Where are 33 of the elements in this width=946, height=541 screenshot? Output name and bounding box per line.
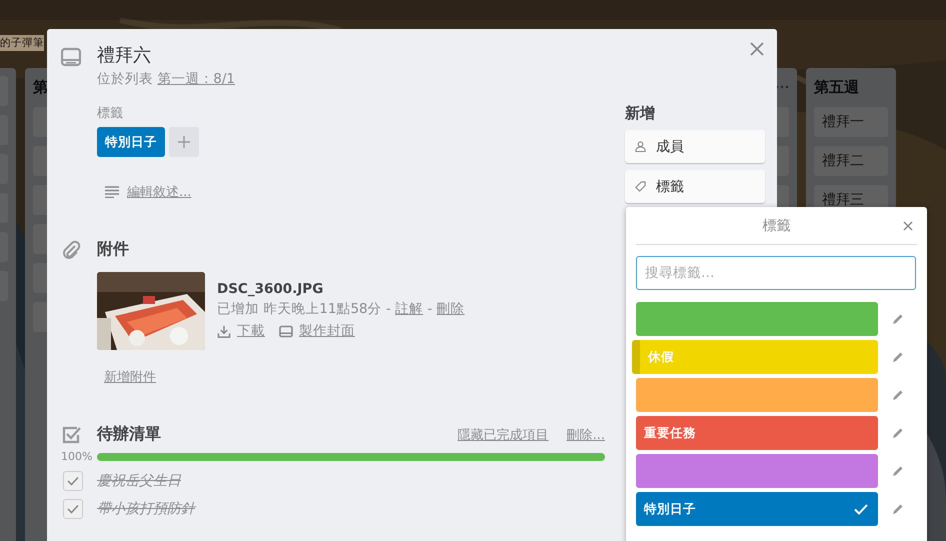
sidebar-button[interactable]: 標籤 — [625, 170, 765, 203]
checklist-title[interactable]: 待辦清單 — [97, 424, 161, 445]
popover-title: 標籤 — [762, 216, 790, 234]
card-label[interactable]: 特別日子 — [97, 127, 165, 157]
checklist-item[interactable]: 慶祝岳父生日 — [97, 472, 181, 490]
list-location-text: 位於列表 — [97, 71, 153, 87]
comment-link[interactable]: 註解 — [395, 301, 424, 317]
sidebar-button[interactable]: 成員 — [625, 130, 765, 163]
labels-heading: 標籤 — [97, 105, 124, 122]
separator-text: - — [427, 301, 432, 317]
list-title: 第 — [33, 78, 48, 96]
attachment-name: DSC_3600.JPG — [217, 281, 324, 297]
add-heading: 新增 — [625, 104, 656, 123]
delete-link[interactable]: 刪除 — [436, 301, 465, 317]
download-link[interactable]: 下載 — [237, 322, 265, 340]
search-field[interactable]: 搜尋標籤… — [636, 256, 916, 290]
attachment-meta: 已增加 昨天晚上11點58分 - — [217, 301, 391, 317]
list-link[interactable]: 第一週：8/1 — [157, 71, 236, 87]
add-attachment-link[interactable]: 新增附件 — [97, 368, 156, 386]
label-option[interactable]: 特別日子 — [636, 492, 878, 526]
progress-percent: 100% — [61, 450, 93, 463]
hide-completed-link[interactable]: 隱藏已完成項目 — [458, 426, 549, 444]
checklist-item[interactable]: 帶小孩打預防針 — [97, 500, 195, 518]
card-title[interactable]: 禮拜六 — [97, 43, 236, 69]
board-title: 的子彈筆 — [0, 35, 44, 51]
label-option[interactable]: 重要任務 — [636, 416, 878, 450]
attachments-heading: 附件 — [97, 239, 129, 260]
delete-checklist-link[interactable]: 刪除... — [566, 426, 605, 444]
edit-description-link[interactable]: 編輯敘述... — [127, 183, 192, 201]
list-title: 第五週 — [814, 78, 859, 96]
make-cover-link[interactable]: 製作封面 — [299, 322, 355, 340]
board-card[interactable]: 禮拜一 — [814, 107, 888, 137]
board-card[interactable]: 禮拜二 — [814, 146, 888, 176]
